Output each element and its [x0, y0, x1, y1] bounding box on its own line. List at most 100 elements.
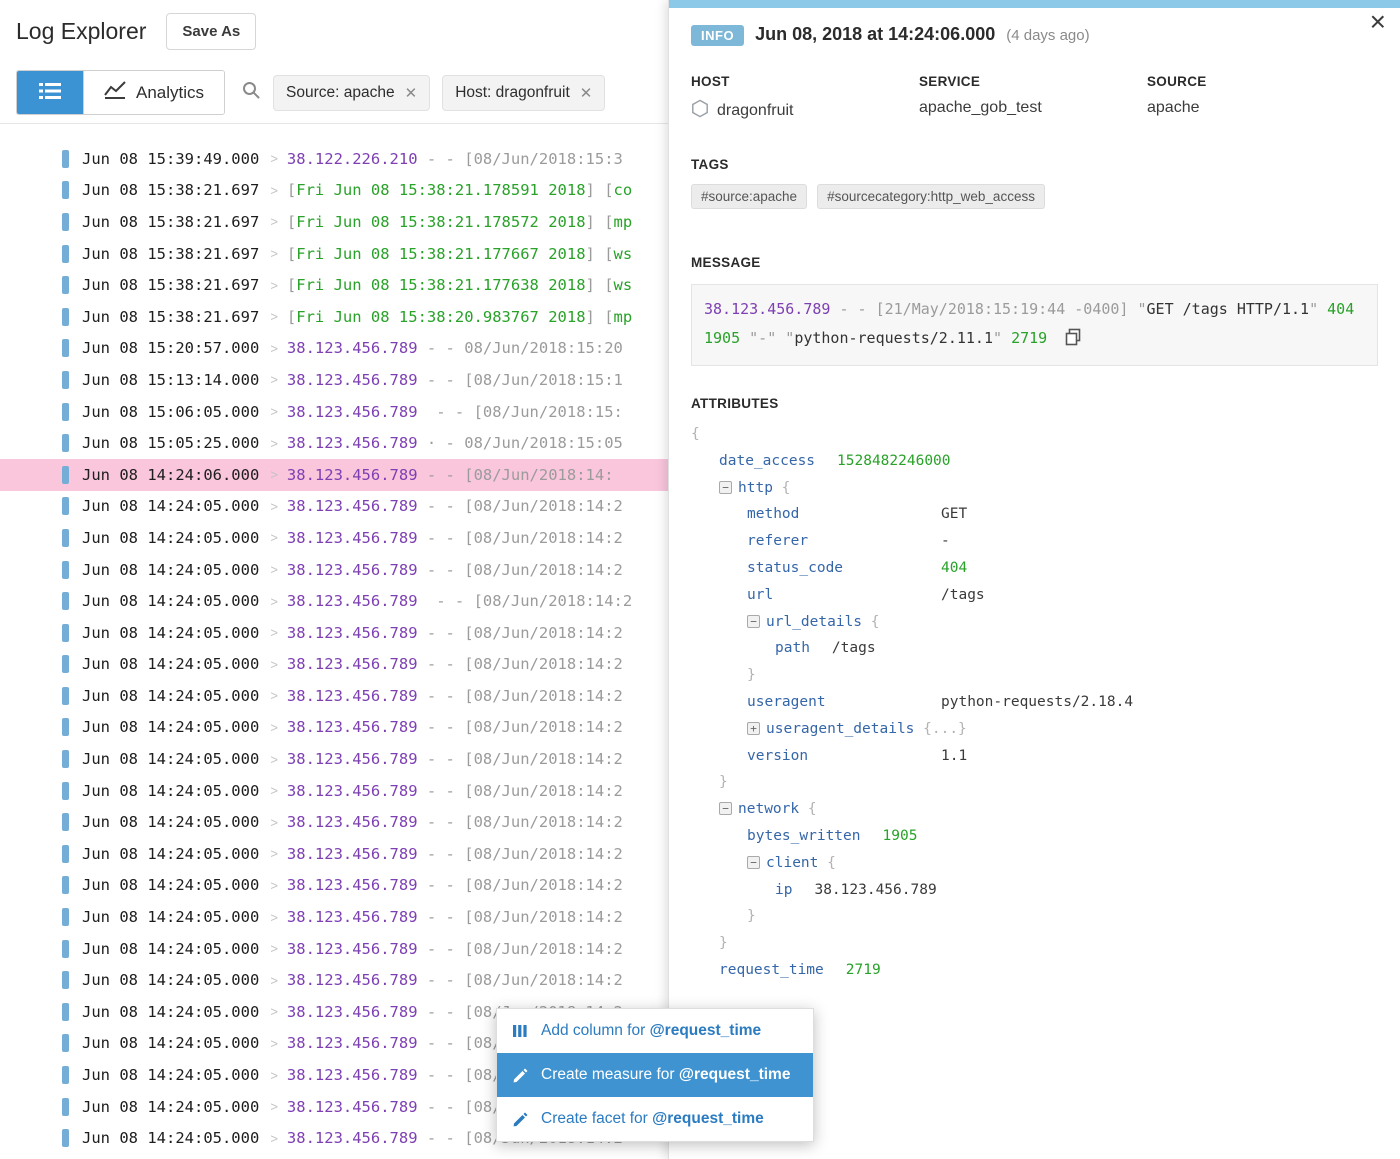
remove-filter-icon[interactable]: ✕: [580, 84, 593, 102]
attribute-key[interactable]: referer: [747, 533, 808, 549]
log-level-bar: [62, 845, 69, 863]
attributes-label: ATTRIBUTES: [691, 396, 1378, 411]
log-timestamp: Jun 08 14:24:05.000: [82, 813, 259, 831]
log-timestamp: Jun 08 14:24:05.000: [82, 1003, 259, 1021]
attribute-key[interactable]: method: [747, 506, 799, 522]
attribute-key[interactable]: useragent_details: [766, 721, 914, 737]
tag-pills: #source:apache #sourcecategory:http_web_a…: [691, 184, 1378, 209]
filter-pill[interactable]: Source: apache✕: [273, 75, 430, 111]
search-icon[interactable]: [241, 80, 261, 105]
log-level-bar: [62, 592, 69, 610]
list-view-button[interactable]: [17, 71, 83, 114]
attribute-line: url/tags: [691, 582, 1378, 609]
log-message: 38.123.456.789 - - [08/Jun/2018:14:2: [287, 782, 623, 800]
list-view-icon: [37, 80, 63, 105]
chevron-right-icon: >: [270, 688, 278, 703]
meta-value-text: apache_gob_test: [919, 99, 1042, 117]
attribute-key[interactable]: useragent: [747, 694, 826, 710]
log-level-bar: [62, 308, 69, 326]
log-level-bar: [62, 1129, 69, 1147]
attribute-key[interactable]: ip: [775, 882, 792, 898]
message-label: MESSAGE: [691, 255, 1378, 270]
context-menu-item[interactable]: Create measure for @request_time: [497, 1053, 813, 1097]
tag-pill[interactable]: #source:apache: [691, 184, 807, 209]
attribute-key[interactable]: url: [747, 587, 773, 603]
log-timestamp: Jun 08 14:24:05.000: [82, 592, 259, 610]
analytics-tab[interactable]: Analytics: [83, 71, 224, 114]
log-level-bar: [62, 624, 69, 642]
filter-pills: Source: apache✕ Host: dragonfruit ✕: [273, 75, 605, 111]
collapse-icon[interactable]: −: [747, 615, 760, 628]
pencil-icon: [511, 1067, 529, 1084]
context-menu-item[interactable]: Create facet for @request_time: [497, 1097, 813, 1141]
attribute-key[interactable]: date_access: [719, 453, 815, 469]
context-menu-item[interactable]: Add column for @request_time: [497, 1009, 813, 1053]
filter-pill-label: Host: dragonfruit: [455, 84, 570, 102]
context-menu-item-label: Add column for @request_time: [541, 1022, 761, 1040]
chevron-right-icon: >: [270, 436, 278, 451]
collapse-icon[interactable]: −: [747, 856, 760, 869]
attribute-key[interactable]: url_details: [766, 614, 862, 630]
log-message: 38.123.456.789 - - [08/Jun/2018:14:2: [287, 718, 623, 736]
analytics-label: Analytics: [136, 83, 204, 103]
chevron-right-icon: >: [270, 1068, 278, 1083]
attribute-key[interactable]: bytes_written: [747, 828, 861, 844]
chevron-right-icon: >: [270, 246, 278, 261]
log-timestamp: Jun 08 14:24:05.000: [82, 940, 259, 958]
log-level-bar: [62, 1066, 69, 1084]
remove-filter-icon[interactable]: ✕: [405, 84, 418, 102]
filter-pill[interactable]: Host: dragonfruit ✕: [442, 75, 605, 111]
close-button[interactable]: ×: [1370, 8, 1386, 36]
tags-label: TAGS: [691, 157, 1378, 172]
attribute-value: /tags: [941, 582, 985, 609]
log-timestamp: Jun 08 15:38:21.697: [82, 213, 259, 231]
attribute-value: 1.1: [941, 743, 967, 770]
attribute-key[interactable]: path: [775, 640, 810, 656]
log-message: 38.123.456.789 - - 08/Jun/2018:15:20: [287, 339, 623, 357]
attribute-value: 38.123.456.789: [814, 882, 936, 898]
attribute-key[interactable]: http: [738, 480, 773, 496]
log-timestamp: Jun 08 14:24:05.000: [82, 908, 259, 926]
collapse-icon[interactable]: −: [719, 802, 732, 815]
log-level-bar: [62, 971, 69, 989]
event-header: INFO Jun 08, 2018 at 14:24:06.000 (4 day…: [691, 24, 1378, 46]
log-timestamp: Jun 08 14:24:05.000: [82, 529, 259, 547]
pencil-icon: [511, 1111, 529, 1128]
tags-section: TAGS #source:apache #sourcecategory:http_…: [691, 157, 1378, 209]
log-level-bar: [62, 213, 69, 231]
copy-icon[interactable]: [1055, 332, 1082, 350]
analytics-chart-icon: [104, 81, 126, 104]
meta-column: HOSTdragonfruit: [691, 74, 919, 123]
log-timestamp: Jun 08 15:05:25.000: [82, 434, 259, 452]
attribute-line: −http {: [691, 475, 1378, 502]
tag-pill[interactable]: #sourcecategory:http_web_access: [817, 184, 1045, 209]
save-as-button[interactable]: Save As: [166, 13, 256, 50]
log-level-bar: [62, 339, 69, 357]
attribute-key[interactable]: version: [747, 748, 808, 764]
meta-value: apache: [1147, 99, 1378, 117]
attribute-line: methodGET: [691, 501, 1378, 528]
collapse-icon[interactable]: −: [719, 481, 732, 494]
attribute-value: 404: [941, 555, 967, 582]
meta-column: SERVICEapache_gob_test: [919, 74, 1147, 123]
attribute-key[interactable]: client: [766, 855, 818, 871]
attribute-key[interactable]: network: [738, 801, 799, 817]
log-timestamp: Jun 08 14:24:05.000: [82, 782, 259, 800]
log-message: 38.123.456.789 - - [08/Jun/2018:14:2: [287, 561, 623, 579]
attribute-key[interactable]: request_time: [719, 962, 824, 978]
log-timestamp: Jun 08 15:38:21.697: [82, 245, 259, 263]
chevron-right-icon: >: [270, 562, 278, 577]
log-level-bar: [62, 813, 69, 831]
log-level-bar: [62, 718, 69, 736]
context-menu: Add column for @request_time Create measu…: [496, 1008, 814, 1142]
attribute-line: +useragent_details {...}: [691, 716, 1378, 743]
chevron-right-icon: >: [270, 530, 278, 545]
log-message: 38.123.456.789 - - [08/Jun/2018:15:1: [287, 371, 623, 389]
attribute-line: −network {: [691, 796, 1378, 823]
attribute-line: path/tags: [691, 635, 1378, 662]
meta-value-text: dragonfruit: [717, 102, 794, 120]
expand-icon[interactable]: +: [747, 722, 760, 735]
log-level-bar: [62, 434, 69, 452]
attribute-key[interactable]: status_code: [747, 560, 843, 576]
log-message: 38.123.456.789 - - [08/Jun/2018:15:: [287, 403, 623, 421]
